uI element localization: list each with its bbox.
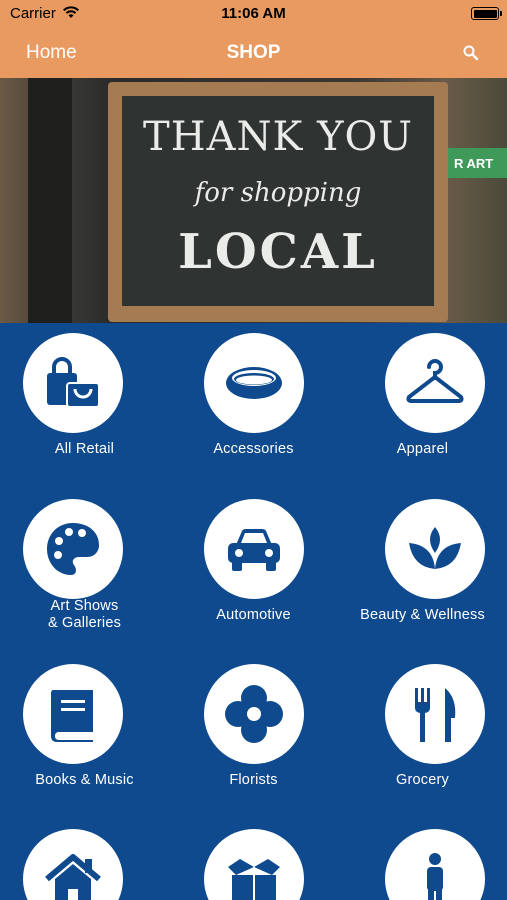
category-label: Accessories	[213, 441, 294, 457]
category-apparel[interactable]: Apparel	[338, 333, 507, 483]
category-label: Florists	[229, 772, 278, 788]
category-label: Apparel	[396, 441, 449, 457]
category-circle	[204, 664, 304, 764]
category-art-shows-galleries[interactable]: Art Shows & Galleries	[0, 499, 169, 649]
search-icon[interactable]	[461, 43, 481, 63]
category-florists[interactable]: Florists	[169, 664, 338, 814]
category-circle	[23, 333, 123, 433]
palette-icon	[47, 523, 99, 575]
category-label: Automotive	[216, 607, 291, 623]
window-post	[28, 78, 72, 323]
page-title: SHOP	[226, 42, 281, 63]
category-all-retail[interactable]: All Retail	[0, 333, 169, 483]
category-circle	[23, 499, 123, 599]
category-circle	[204, 499, 304, 599]
category-circle	[23, 664, 123, 764]
flower-icon	[225, 685, 283, 743]
category-circle	[385, 829, 485, 900]
category-grocery[interactable]: Grocery	[338, 664, 507, 814]
background-art-sign: R ART	[448, 148, 507, 178]
category-home[interactable]	[0, 829, 169, 900]
sign-line-2: for shopping	[194, 178, 362, 208]
category-circle	[385, 664, 485, 764]
category-beauty-wellness[interactable]: Beauty & Wellness	[338, 499, 507, 649]
box-icon	[228, 859, 280, 900]
fork-knife-icon	[415, 688, 456, 742]
status-bar: Carrier 11:06 AM	[0, 0, 507, 30]
sign-line-1: THANK YOU	[143, 114, 413, 160]
category-label: Books & Music	[35, 772, 134, 788]
lotus-icon	[409, 527, 461, 569]
sign-line-3: LOCAL	[178, 224, 378, 280]
house-icon	[45, 854, 101, 900]
hanger-icon	[406, 359, 464, 403]
navigation-bar: Home SHOP	[0, 30, 507, 78]
category-books-music[interactable]: Books & Music	[0, 664, 169, 814]
category-label: Grocery	[396, 772, 449, 788]
category-circle	[385, 333, 485, 433]
battery-icon	[471, 7, 502, 20]
person-icon	[427, 853, 443, 900]
category-label: Art Shows & Galleries	[47, 598, 122, 631]
car-icon	[228, 529, 280, 571]
category-other[interactable]	[338, 829, 507, 900]
category-label: All Retail	[54, 441, 115, 457]
ring-icon	[226, 367, 282, 399]
category-accessories[interactable]: Accessories	[169, 333, 338, 483]
shopping-bags-icon	[47, 357, 100, 408]
category-services[interactable]	[169, 829, 338, 900]
category-automotive[interactable]: Automotive	[169, 499, 338, 649]
category-grid: All Retail Accessories Apparel Art Shows…	[0, 323, 507, 900]
clock: 11:06 AM	[221, 5, 286, 22]
category-circle	[204, 333, 304, 433]
book-icon	[51, 690, 93, 742]
category-label: Beauty & Wellness	[360, 607, 485, 623]
category-circle	[204, 829, 304, 900]
category-circle	[385, 499, 485, 599]
category-circle	[23, 829, 123, 900]
chalkboard-sign: THANK YOU for shopping LOCAL	[108, 82, 448, 322]
hero-banner-image: THANK YOU for shopping LOCAL R ART	[0, 78, 507, 323]
